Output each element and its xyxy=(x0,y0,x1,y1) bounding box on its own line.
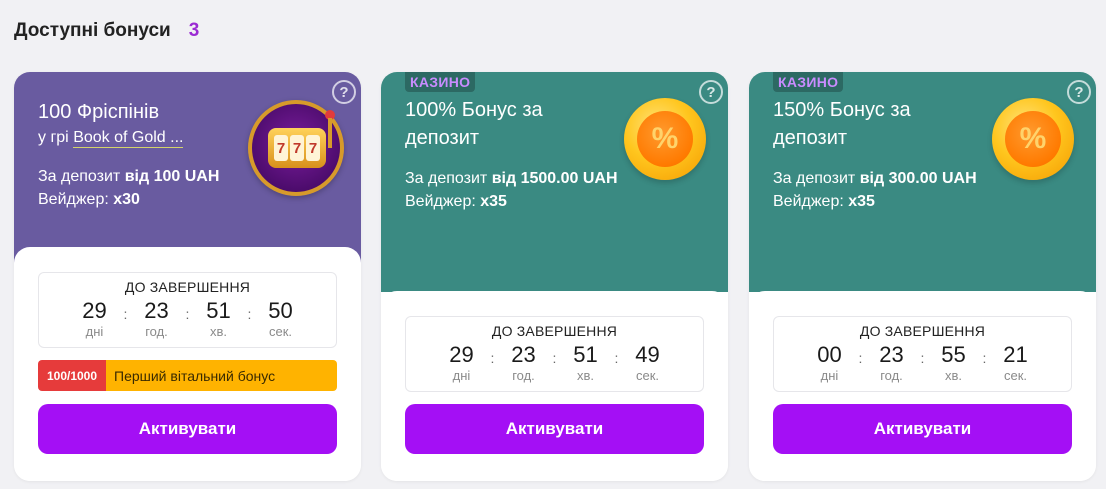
countdown-timer: ДО ЗАВЕРШЕННЯ 29 дні : 23 год. : 51 хв. : 5… xyxy=(38,272,337,348)
percent-symbol: % xyxy=(1005,111,1061,167)
wager-label: Вейджер: xyxy=(773,193,844,210)
bonus-title: 150% Бонус за депозит xyxy=(773,96,911,152)
reels: 777 xyxy=(268,128,326,168)
activate-button[interactable]: Активувати xyxy=(38,404,337,454)
timer-minutes: 55 хв. xyxy=(941,342,966,383)
progress-count: 100/1000 xyxy=(38,360,106,391)
help-icon[interactable]: ? xyxy=(1067,80,1091,104)
activate-button[interactable]: Активувати xyxy=(405,404,704,454)
timer-seconds: 50 сек. xyxy=(268,298,293,339)
card-body: ДО ЗАВЕРШЕННЯ 00 дні : 23 год. : 55 хв. : 2… xyxy=(749,291,1096,481)
wager-label: Вейджер: xyxy=(405,193,476,210)
timer-hours: 23 год. xyxy=(879,342,904,383)
deposit-label: За депозит xyxy=(38,168,121,185)
bonus-progress-bar: 100/1000 Перший вітальний бонус xyxy=(38,360,337,391)
percent-coin-icon: % xyxy=(992,98,1074,180)
bonus-title-line1: 150% Бонус за xyxy=(773,99,911,121)
timer-days: 29 дні xyxy=(82,298,107,339)
deposit-value: від 100 UAH xyxy=(124,168,220,185)
timer-days: 29 дні xyxy=(449,342,474,383)
wager-value: x30 xyxy=(113,191,140,208)
section-header: Доступні бонуси 3 xyxy=(14,20,199,42)
timer-seconds: 49 сек. xyxy=(635,342,660,383)
game-prefix: у грі xyxy=(38,129,69,146)
lever xyxy=(328,118,332,148)
slot-machine-icon: 777 xyxy=(248,100,344,196)
wager-label: Вейджер: xyxy=(38,191,109,208)
wager-value: x35 xyxy=(480,193,507,210)
category-tag: КАЗИНО xyxy=(405,72,476,92)
bonus-conditions: За депозит від 300.00 UAH Вейджер: x35 xyxy=(773,167,977,213)
bonus-count: 3 xyxy=(188,20,200,41)
bonuses-page: Доступні бонуси 3 ? 100 Фріспінів у грі … xyxy=(0,0,1106,489)
bonus-conditions: За депозит від 100 UAH Вейджер: x30 xyxy=(38,165,219,211)
activate-button[interactable]: Активувати xyxy=(773,404,1072,454)
card-body: ДО ЗАВЕРШЕННЯ 29 дні : 23 год. : 51 хв. : 4… xyxy=(381,291,728,481)
timer-hours: 23 год. xyxy=(511,342,536,383)
deposit-value: від 300.00 UAH xyxy=(859,170,977,187)
countdown-timer: ДО ЗАВЕРШЕННЯ 29 дні : 23 год. : 51 хв. : 4… xyxy=(405,316,704,392)
percent-symbol: % xyxy=(637,111,693,167)
wager-value: x35 xyxy=(848,193,875,210)
percent-coin-icon: % xyxy=(624,98,706,180)
progress-text: Перший вітальний бонус xyxy=(106,360,337,391)
help-icon[interactable]: ? xyxy=(699,80,723,104)
timer-days: 00 дні xyxy=(817,342,842,383)
card-header: КАЗИНО ? 150% Бонус за депозит % За депо… xyxy=(749,72,1096,292)
bonus-card-freespins: ? 100 Фріспінів у грі Book of Gold ... 7… xyxy=(14,72,361,481)
bonus-card-deposit-100: КАЗИНО ? 100% Бонус за депозит % За депо… xyxy=(381,72,728,481)
bonus-title-line2: депозит xyxy=(405,127,480,149)
timer-label: ДО ЗАВЕРШЕННЯ xyxy=(124,279,251,295)
timer-hours: 23 год. xyxy=(144,298,169,339)
deposit-label: За депозит xyxy=(405,170,488,187)
category-tag: КАЗИНО xyxy=(773,72,844,92)
countdown-timer: ДО ЗАВЕРШЕННЯ 00 дні : 23 год. : 55 хв. : 2… xyxy=(773,316,1072,392)
deposit-label: За депозит xyxy=(773,170,856,187)
bonus-title: 100 Фріспінів xyxy=(38,101,160,123)
bonus-card-deposit-150: КАЗИНО ? 150% Бонус за депозит % За депо… xyxy=(749,72,1096,481)
bonus-title: 100% Бонус за депозит xyxy=(405,96,543,152)
game-link[interactable]: Book of Gold ... xyxy=(73,129,184,148)
timer-minutes: 51 хв. xyxy=(573,342,598,383)
help-icon[interactable]: ? xyxy=(332,80,356,104)
deposit-value: від 1500.00 UAH xyxy=(491,170,618,187)
timer-label: ДО ЗАВЕРШЕННЯ xyxy=(491,323,618,339)
bonus-conditions: За депозит від 1500.00 UAH Вейджер: x35 xyxy=(405,167,618,213)
timer-minutes: 51 хв. xyxy=(206,298,231,339)
bonus-title-line2: депозит xyxy=(773,127,848,149)
card-header: КАЗИНО ? 100% Бонус за депозит % За депо… xyxy=(381,72,728,292)
bonus-title-line1: 100% Бонус за xyxy=(405,99,543,121)
section-title: Доступні бонуси xyxy=(14,20,171,41)
timer-label: ДО ЗАВЕРШЕННЯ xyxy=(859,323,986,339)
timer-seconds: 21 сек. xyxy=(1003,342,1028,383)
card-body: ДО ЗАВЕРШЕННЯ 29 дні : 23 год. : 51 хв. : 5… xyxy=(14,247,361,481)
bonus-game: у грі Book of Gold ... xyxy=(38,129,184,148)
